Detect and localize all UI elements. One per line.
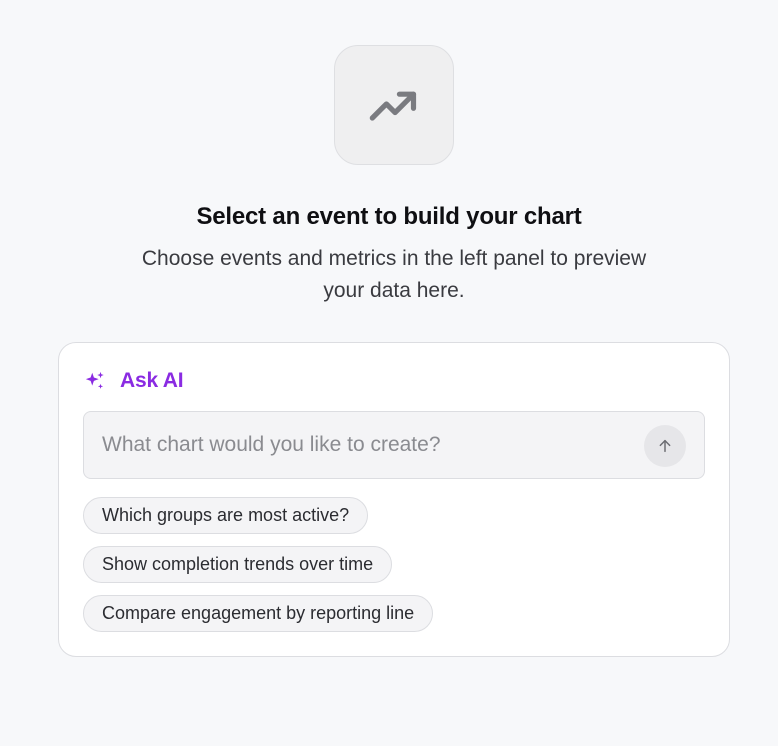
prompt-input[interactable]: [84, 412, 644, 478]
arrow-up-icon: [657, 438, 673, 454]
suggestion-chip[interactable]: Which groups are most active?: [83, 497, 369, 534]
chart-placeholder-tile: [334, 45, 454, 165]
suggestion-chip[interactable]: Compare engagement by reporting line: [83, 595, 434, 632]
send-button[interactable]: [644, 425, 686, 467]
suggestion-chip[interactable]: Show completion trends over time: [83, 546, 393, 583]
empty-state-subtitle: Choose events and metrics in the left pa…: [141, 247, 647, 302]
suggestion-list: Which groups are most active? Show compl…: [83, 497, 434, 644]
sparkle-icon: [84, 370, 106, 392]
ask-ai-title: Ask AI: [120, 369, 184, 392]
prompt-input-container: [83, 411, 705, 479]
empty-chart-state: Select an event to build your chart Choo…: [0, 0, 778, 746]
ask-ai-header: Ask AI: [84, 368, 184, 394]
empty-state-title: Select an event to build your chart: [196, 203, 582, 230]
ask-ai-card: Ask AI Which groups are most active? Sho…: [58, 342, 730, 657]
trending-up-icon: [368, 79, 420, 131]
